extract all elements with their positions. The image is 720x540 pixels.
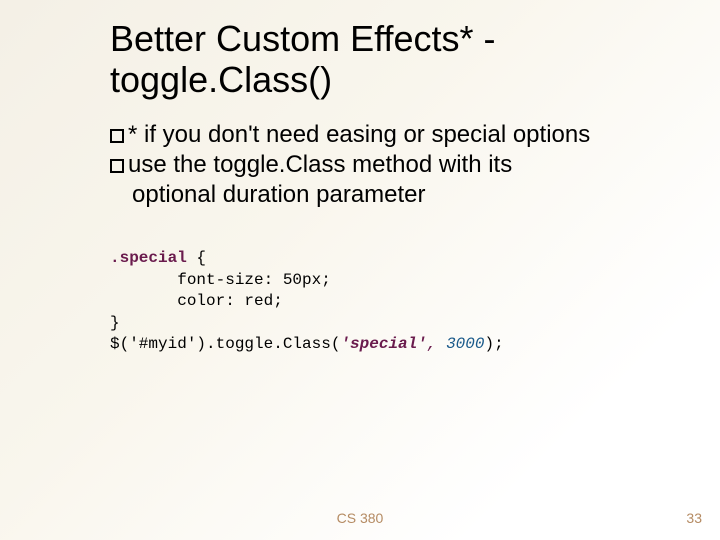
code-string: 'special' <box>340 335 426 353</box>
bullet-1-prefix: * <box>128 121 137 148</box>
code-text <box>436 335 446 353</box>
code-text: } <box>110 314 120 332</box>
bullet-line-2: use the toggle.Class method with its <box>110 150 680 180</box>
slide: Better Custom Effects* - toggle.Class() … <box>0 0 720 540</box>
code-number: 3000 <box>446 335 484 353</box>
code-text: color: red; <box>110 292 283 310</box>
code-text: ); <box>484 335 503 353</box>
bullet-3-text: optional duration parameter <box>132 181 426 208</box>
code-text: $('#myid').toggle.Class( <box>110 335 340 353</box>
bullet-2-prefix: use <box>128 151 167 178</box>
bullet-line-3: optional duration parameter <box>110 180 680 210</box>
square-bullet-icon <box>110 159 124 173</box>
square-bullet-icon <box>110 129 124 143</box>
code-text: font-size: 50px; <box>110 271 331 289</box>
bullet-line-1: * if you don't need easing or special op… <box>110 120 680 150</box>
body-text: * if you don't need easing or special op… <box>110 120 680 210</box>
footer-course: CS 380 <box>0 510 720 526</box>
footer-page-number: 33 <box>686 510 702 526</box>
code-selector: .special <box>110 249 187 267</box>
code-text: { <box>187 249 206 267</box>
code-block: .special { font-size: 50px; color: red; … <box>110 248 670 356</box>
bullet-1-text: if you don't need easing or special opti… <box>137 121 590 148</box>
slide-title: Better Custom Effects* - toggle.Class() <box>110 18 670 101</box>
bullet-2-text: the toggle.Class method with its <box>167 151 513 178</box>
